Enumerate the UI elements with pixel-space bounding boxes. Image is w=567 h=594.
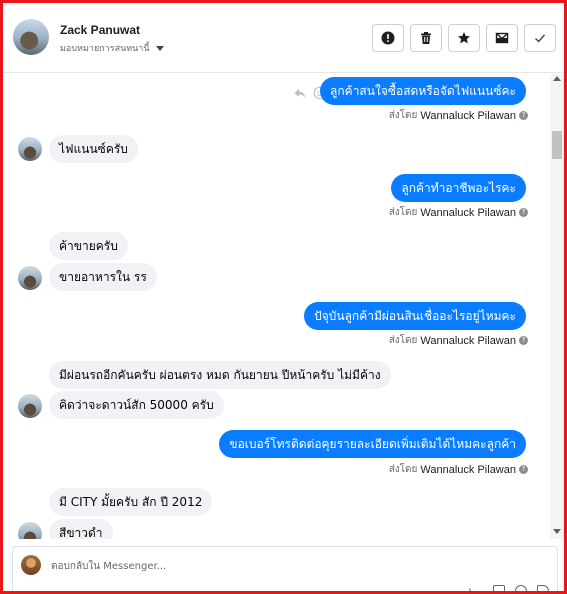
mark-unread-button[interactable]: [486, 24, 518, 52]
scrollbar-thumb[interactable]: [552, 131, 562, 159]
caret-down-icon: [155, 45, 164, 51]
sent-by-line: ส่งโดย Wannaluck Pilawan ?: [389, 205, 528, 220]
incoming-message[interactable]: มีผ่อนรถอีกคันครับ ผ่อนตรง หมด กันยายน ป…: [49, 361, 391, 389]
reply-icon[interactable]: [293, 86, 307, 100]
reply-composer: [12, 546, 558, 594]
outgoing-message[interactable]: ลูกค้าทำอาชีพอะไรคะ: [391, 174, 526, 202]
reply-input[interactable]: [51, 558, 471, 574]
outgoing-message[interactable]: ขอเบอร์โทรติดต่อคุยรายละเอียดเพิ่มเติมได…: [219, 430, 526, 458]
scroll-up-arrow-icon[interactable]: [553, 76, 561, 81]
like-icon[interactable]: [537, 585, 549, 594]
delete-button[interactable]: [410, 24, 442, 52]
help-icon[interactable]: ?: [519, 111, 528, 120]
mark-spam-button[interactable]: [372, 24, 404, 52]
help-icon[interactable]: ?: [519, 336, 528, 345]
sent-by-prefix: ส่งโดย: [388, 207, 418, 218]
mark-done-button[interactable]: [524, 24, 556, 52]
incoming-message[interactable]: คิดว่าจะดาวน์สัก 50000 ครับ: [49, 391, 224, 419]
help-icon[interactable]: ?: [519, 465, 528, 474]
image-icon[interactable]: [493, 585, 505, 594]
sender-name: Wannaluck Pilawan: [420, 206, 516, 219]
contact-name[interactable]: Zack Panuwat: [60, 23, 140, 37]
sent-by-prefix: ส่งโดย: [388, 335, 418, 346]
sender-name: Wannaluck Pilawan: [420, 109, 516, 122]
message-thread: ลูกค้าสนใจซื้อสดหรือจัดไฟแนนซ์คะ ส่งโดย …: [3, 74, 550, 539]
contact-avatar-small: [18, 137, 42, 161]
header-actions: [372, 24, 556, 52]
contact-avatar-small: [18, 266, 42, 290]
composer-tools: [468, 582, 549, 594]
sent-by-prefix: ส่งโดย: [388, 110, 418, 121]
outgoing-message[interactable]: ลูกค้าสนใจซื้อสดหรือจัดไฟแนนซ์คะ: [320, 77, 526, 105]
star-icon: [458, 32, 470, 44]
incoming-message[interactable]: สีขาวดำ: [49, 519, 113, 539]
page-avatar: [21, 555, 41, 575]
conversation-header: Zack Panuwat มอบหมายการสนทนานี้: [3, 3, 564, 73]
scroll-down-arrow-icon[interactable]: [553, 529, 561, 534]
contact-avatar[interactable]: [13, 19, 49, 55]
sent-by-prefix: ส่งโดย: [388, 464, 418, 475]
envelope-icon: [495, 32, 509, 44]
sender-name: Wannaluck Pilawan: [420, 463, 516, 476]
assign-label: มอบหมายการสนทนานี้: [60, 44, 150, 54]
emoji-icon[interactable]: [515, 585, 527, 594]
incoming-message[interactable]: ไฟแนนซ์ครับ: [49, 135, 138, 163]
incoming-message[interactable]: มี CITY มั้ยครับ สัก ปี 2012: [49, 488, 213, 516]
outgoing-message[interactable]: ปัจุบันลูกค้ามีผ่อนสินเชื่ออะไรอยู่ไหมคะ: [304, 302, 526, 330]
assign-conversation-dropdown[interactable]: มอบหมายการสนทนานี้: [60, 41, 164, 55]
sent-by-line: ส่งโดย Wannaluck Pilawan ?: [389, 108, 528, 123]
exclamation-icon: [381, 31, 395, 45]
message-scrollbar[interactable]: [550, 74, 564, 539]
incoming-message[interactable]: ค้าขายครับ: [49, 232, 128, 260]
contact-avatar-small: [18, 522, 42, 539]
check-icon: [535, 34, 546, 43]
sent-by-line: ส่งโดย Wannaluck Pilawan ?: [389, 333, 528, 348]
star-button[interactable]: [448, 24, 480, 52]
sent-by-line: ส่งโดย Wannaluck Pilawan ?: [389, 462, 528, 477]
contact-avatar-small: [18, 394, 42, 418]
trash-icon: [421, 32, 431, 44]
attach-icon[interactable]: [468, 582, 486, 594]
help-icon[interactable]: ?: [519, 208, 528, 217]
sender-name: Wannaluck Pilawan: [420, 334, 516, 347]
incoming-message[interactable]: ขายอาหารใน รร: [49, 263, 157, 291]
